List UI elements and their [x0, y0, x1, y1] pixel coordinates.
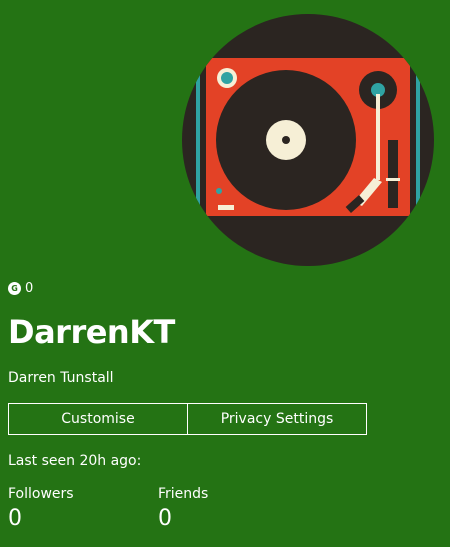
friends-count: 0 — [158, 506, 172, 531]
customise-button[interactable]: Customise — [8, 403, 188, 435]
last-seen-status: Last seen 20h ago: — [8, 453, 142, 469]
privacy-settings-button[interactable]: Privacy Settings — [187, 403, 367, 435]
gamertag: DarrenKT — [8, 313, 175, 351]
followers-stat[interactable]: Followers 0 — [8, 486, 74, 531]
profile-actions: Customise Privacy Settings — [8, 403, 367, 435]
gamerscore: G 0 — [8, 281, 33, 296]
friends-stat[interactable]: Friends 0 — [158, 486, 208, 531]
friends-label: Friends — [158, 486, 209, 502]
profile-avatar[interactable] — [182, 14, 434, 266]
followers-count: 0 — [8, 506, 22, 531]
gamerscore-value: 0 — [25, 281, 34, 296]
real-name: Darren Tunstall — [8, 370, 114, 386]
gamerscore-icon: G — [8, 282, 21, 295]
followers-label: Followers — [8, 486, 74, 502]
turntable-avatar-image — [182, 14, 434, 266]
